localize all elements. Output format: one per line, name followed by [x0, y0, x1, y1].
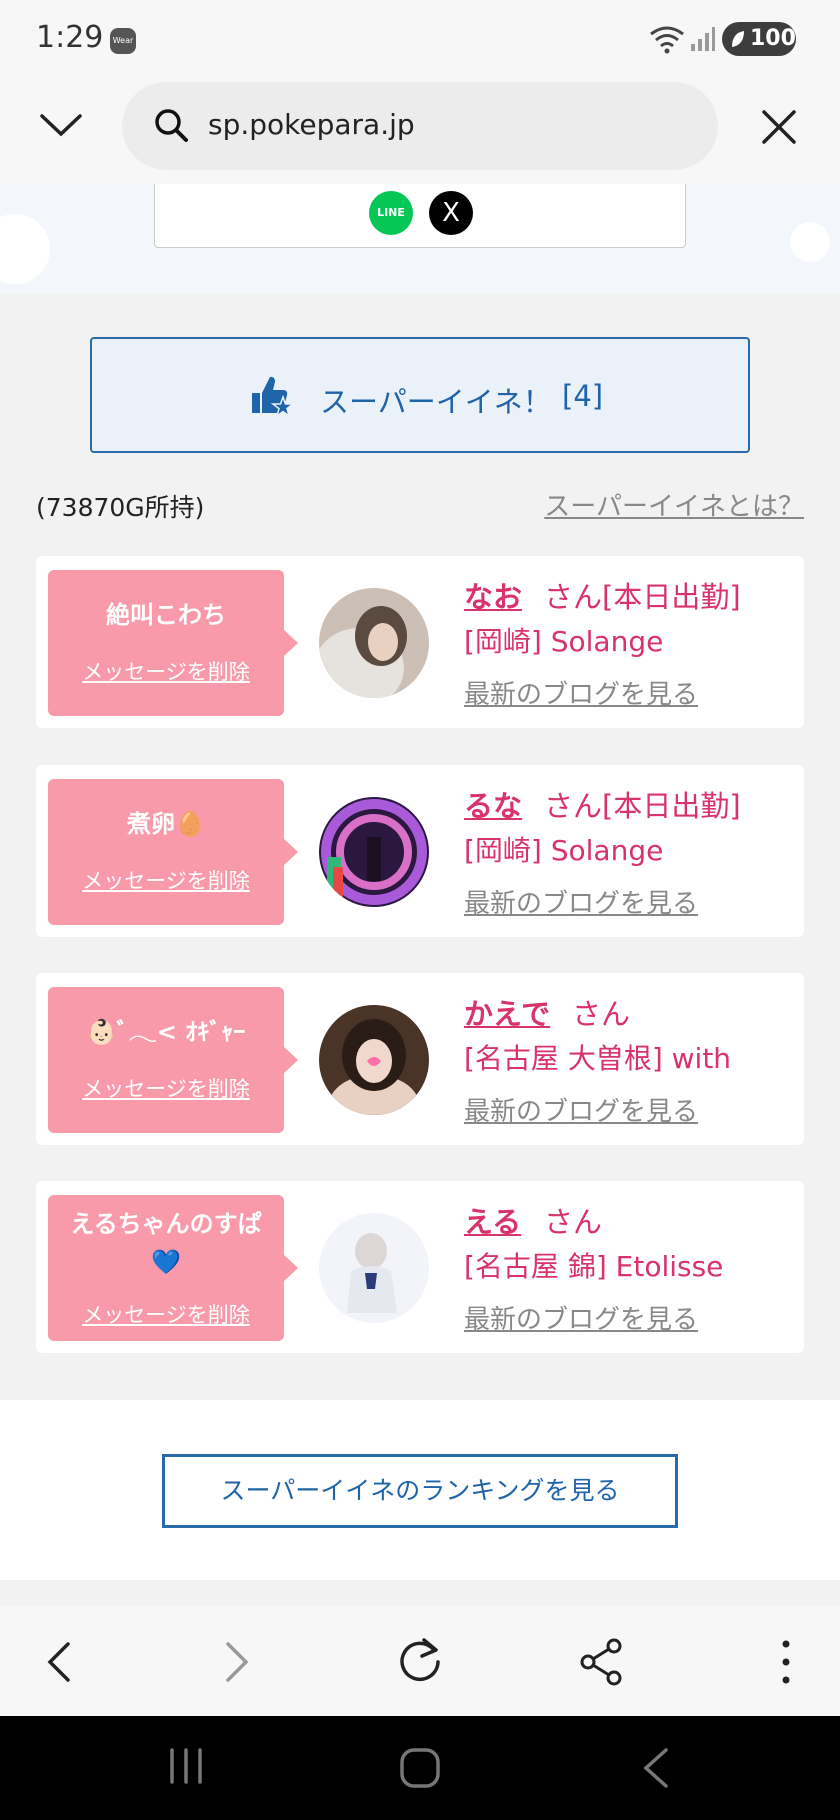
cast-name-link[interactable]: なお: [464, 574, 522, 616]
message-text: えるちゃんのすぱ: [70, 1210, 262, 1238]
decor-circle-right: [790, 222, 830, 262]
cast-status: さん[本日出勤]: [544, 580, 741, 614]
chevron-down-icon[interactable]: [36, 100, 86, 150]
browser-toolbar: [0, 1606, 840, 1716]
avatar[interactable]: [319, 1005, 429, 1115]
delete-message-link[interactable]: メッセージを削除: [48, 865, 284, 895]
shop-name: [名古屋 大曽根] with: [464, 1042, 732, 1075]
system-back-icon[interactable]: [636, 1746, 676, 1790]
message-text-line2: 💙: [151, 1248, 181, 1276]
shop-name: [名古屋 錦] Etolisse: [464, 1250, 724, 1283]
forward-icon[interactable]: [210, 1636, 262, 1688]
close-icon[interactable]: [756, 104, 802, 150]
battery-saver-icon: [732, 31, 744, 47]
url-text: sp.pokepara.jp: [208, 108, 415, 141]
share-card: LINE X: [154, 184, 686, 248]
share-icon[interactable]: [576, 1636, 628, 1688]
web-page: LINE X スーパーイイネ！ [4] (73870G所持) スーパーイイネとは…: [0, 184, 840, 1606]
message-bubble: 煮卵🥚 メッセージを削除: [48, 779, 298, 925]
super-like-count: [4]: [562, 379, 604, 413]
latest-blog-link[interactable]: 最新のブログを見る: [464, 1091, 698, 1128]
back-icon[interactable]: [34, 1636, 86, 1688]
cast-status: さん: [544, 1205, 603, 1239]
cast-name-link[interactable]: かえで: [464, 991, 550, 1033]
message-text: 絶叫こわち: [106, 601, 226, 629]
ranking-section: スーパーイイネのランキングを見る: [0, 1400, 840, 1580]
message-bubble: 👶🏻ﾞ𓂃< ｵｷﾞｬｰ メッセージを削除: [48, 987, 298, 1133]
line-share-icon[interactable]: LINE: [369, 191, 413, 235]
url-field[interactable]: sp.pokepara.jp: [122, 82, 718, 170]
super-like-label: スーパーイイネ！: [320, 385, 552, 419]
message-text: 👶🏻ﾞ𓂃< ｵｷﾞｬｰ: [86, 1018, 246, 1046]
more-icon[interactable]: [760, 1636, 812, 1688]
search-icon: [155, 109, 188, 142]
message-text: 煮卵🥚: [127, 810, 205, 838]
avatar[interactable]: [319, 1213, 429, 1323]
list-item: 煮卵🥚 メッセージを削除 るな さん[本日出勤] [岡崎] Solange 最新…: [36, 765, 804, 937]
shop-name: [岡崎] Solange: [464, 625, 664, 658]
battery-level: 100: [750, 26, 796, 51]
decor-circle-left: [0, 214, 50, 284]
cast-name-link[interactable]: るな: [464, 783, 522, 825]
home-icon[interactable]: [398, 1746, 442, 1790]
list-item: えるちゃんのすぱ 💙 メッセージを削除 える さん [名古屋 錦] Etolis…: [36, 1181, 804, 1353]
cast-status: さん: [572, 997, 631, 1031]
recent-apps-icon[interactable]: [166, 1746, 206, 1786]
shop-name: [岡崎] Solange: [464, 834, 664, 867]
message-bubble: 絶叫こわち メッセージを削除: [48, 570, 298, 716]
thumbs-up-star-icon: [252, 376, 294, 418]
points-balance: (73870G所持): [36, 493, 205, 522]
delete-message-link[interactable]: メッセージを削除: [48, 1073, 284, 1103]
battery-indicator: 100: [722, 22, 796, 56]
x-share-icon[interactable]: X: [429, 191, 473, 235]
status-bar: 1:29 Wear 100: [0, 0, 840, 80]
share-band: LINE X: [0, 184, 840, 294]
signal-icon: [691, 27, 715, 51]
latest-blog-link[interactable]: 最新のブログを見る: [464, 1299, 698, 1336]
cast-status: さん[本日出勤]: [544, 789, 741, 823]
avatar[interactable]: [319, 797, 429, 907]
what-is-super-like-link[interactable]: スーパーイイネとは？: [544, 486, 804, 523]
system-navigation-bar: [0, 1716, 840, 1820]
list-item: 👶🏻ﾞ𓂃< ｵｷﾞｬｰ メッセージを削除 かえで さん [名古屋 大曽根] wi…: [36, 973, 804, 1145]
avatar[interactable]: [319, 588, 429, 698]
delete-message-link[interactable]: メッセージを削除: [48, 1299, 284, 1329]
list-item: 絶叫こわち メッセージを削除 なお さん[本日出勤] [岡崎] Solange …: [36, 556, 804, 728]
wear-badge-icon: Wear: [110, 28, 136, 54]
reload-icon[interactable]: [394, 1636, 446, 1688]
wifi-icon: [650, 26, 684, 54]
latest-blog-link[interactable]: 最新のブログを見る: [464, 883, 698, 920]
super-like-button[interactable]: スーパーイイネ！ [4]: [90, 337, 750, 453]
latest-blog-link[interactable]: 最新のブログを見る: [464, 674, 698, 711]
message-bubble: えるちゃんのすぱ 💙 メッセージを削除: [48, 1195, 298, 1341]
cast-name-link[interactable]: える: [464, 1199, 521, 1241]
url-bar: sp.pokepara.jp: [0, 80, 840, 184]
delete-message-link[interactable]: メッセージを削除: [48, 656, 284, 686]
ranking-button[interactable]: スーパーイイネのランキングを見る: [162, 1454, 678, 1528]
status-time: 1:29: [36, 20, 104, 55]
